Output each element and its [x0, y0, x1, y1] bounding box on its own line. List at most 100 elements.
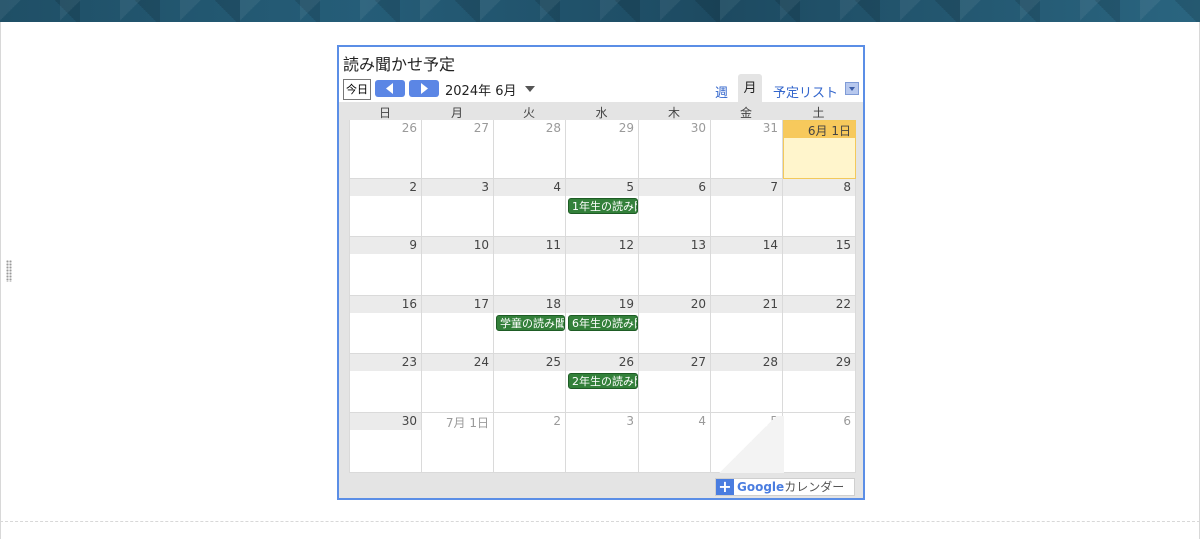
- day-number: 3: [481, 180, 489, 194]
- day-cell[interactable]: 24: [422, 354, 494, 413]
- day-cell[interactable]: 30: [350, 413, 422, 473]
- day-number: 23: [401, 355, 417, 369]
- weekday-label: 火: [522, 106, 535, 120]
- chevron-right-icon: [421, 83, 428, 94]
- day-number: 16: [401, 297, 417, 311]
- day-cell[interactable]: 3: [566, 413, 639, 473]
- day-cell[interactable]: 4: [639, 413, 711, 473]
- day-cell[interactable]: 2: [350, 179, 422, 237]
- day-cell[interactable]: 13: [639, 237, 711, 296]
- day-cell[interactable]: 23: [350, 354, 422, 413]
- day-cell[interactable]: 2: [494, 413, 566, 473]
- day-cell[interactable]: 11: [494, 237, 566, 296]
- calendar-event[interactable]: 学童の読み聞かせ: [496, 315, 565, 331]
- day-cell[interactable]: 4: [494, 179, 566, 237]
- day-header: 29: [783, 354, 855, 371]
- day-number: 5: [626, 180, 634, 194]
- day-cell[interactable]: 20: [639, 296, 711, 354]
- day-cell[interactable]: 22: [783, 296, 856, 354]
- day-cell[interactable]: 10: [422, 237, 494, 296]
- google-calendar-add-button[interactable]: + Googleカレンダー: [715, 478, 855, 496]
- day-cell[interactable]: 9: [350, 237, 422, 296]
- day-number: 26: [618, 355, 634, 369]
- day-header: 11: [494, 237, 565, 254]
- day-number: 11: [545, 238, 561, 252]
- day-number: 29: [618, 121, 634, 135]
- day-number: 26: [401, 121, 417, 135]
- day-number: 21: [762, 297, 778, 311]
- day-header: 20: [639, 296, 710, 313]
- day-cell[interactable]: 30: [639, 120, 711, 179]
- day-header: 6月 1日: [784, 121, 855, 138]
- day-cell[interactable]: 28: [494, 120, 566, 179]
- day-header: 7: [711, 179, 782, 196]
- weekday-label: 月: [450, 106, 463, 120]
- tab-month[interactable]: 月: [738, 74, 762, 102]
- day-header: 17: [422, 296, 493, 313]
- day-header: 5: [566, 179, 638, 196]
- day-number: 29: [835, 355, 851, 369]
- day-cell[interactable]: 16: [350, 296, 422, 354]
- day-number: 25: [545, 355, 561, 369]
- day-number: 4: [698, 414, 706, 428]
- day-header: 4: [494, 179, 565, 196]
- day-number: 7: [770, 180, 778, 194]
- day-cell[interactable]: 6: [783, 413, 856, 473]
- day-header: 27: [639, 354, 710, 371]
- day-cell[interactable]: 29: [783, 354, 856, 413]
- drag-handle-icon[interactable]: [6, 260, 12, 282]
- day-cell[interactable]: 29: [566, 120, 639, 179]
- day-number: 30: [401, 414, 417, 428]
- day-header: 9: [350, 237, 421, 254]
- agenda-dropdown-icon[interactable]: [845, 82, 859, 95]
- day-cell[interactable]: 7: [711, 179, 783, 237]
- day-header: 27: [422, 120, 493, 137]
- next-month-button[interactable]: [409, 80, 439, 97]
- day-header: 29: [566, 120, 638, 137]
- day-cell[interactable]: 26: [350, 120, 422, 179]
- day-header: 16: [350, 296, 421, 313]
- day-header: 6: [783, 413, 855, 430]
- day-cell[interactable]: 27: [639, 354, 711, 413]
- day-cell[interactable]: 14: [711, 237, 783, 296]
- calendar-event[interactable]: 2年生の読み聞かせ: [568, 373, 638, 389]
- day-header: 30: [639, 120, 710, 137]
- day-number: 17: [473, 297, 489, 311]
- day-number: 6: [698, 180, 706, 194]
- day-cell[interactable]: 21: [711, 296, 783, 354]
- month-grid-frame: 日月火水木金土 654327月 1日3029282726252423222120…: [339, 102, 863, 498]
- day-cell[interactable]: 15: [783, 237, 856, 296]
- day-header: 12: [566, 237, 638, 254]
- day-cell[interactable]: 3: [422, 179, 494, 237]
- tab-week[interactable]: 週: [715, 82, 728, 101]
- day-cell[interactable]: 17: [422, 296, 494, 354]
- month-grid: 654327月 1日302928272625242322212019181716…: [349, 120, 856, 473]
- day-cell[interactable]: 7月 1日: [422, 413, 494, 473]
- day-cell[interactable]: 12: [566, 237, 639, 296]
- day-cell[interactable]: 8: [783, 179, 856, 237]
- calendar-event[interactable]: 1年生の読み聞かせ: [568, 198, 638, 214]
- day-cell[interactable]: 27: [422, 120, 494, 179]
- month-dropdown-icon[interactable]: [525, 86, 535, 92]
- calendar-event[interactable]: 6年生の読み聞かせ: [568, 315, 638, 331]
- section-divider: [0, 521, 1200, 522]
- chevron-left-icon: [386, 83, 393, 94]
- prev-month-button[interactable]: [375, 80, 405, 97]
- day-number: 22: [835, 297, 851, 311]
- google-logo-text: Google: [737, 480, 785, 494]
- today-button[interactable]: 今日: [343, 79, 371, 100]
- day-cell[interactable]: 31: [711, 120, 783, 179]
- day-number: 27: [473, 121, 489, 135]
- day-cell[interactable]: 28: [711, 354, 783, 413]
- weekday-label: 土: [812, 106, 825, 120]
- day-header: 7月 1日: [422, 413, 493, 430]
- calendar-widget: 読み聞かせ予定 今日 2024年 6月 週 月 予定リスト 日月火水木金土 65…: [337, 45, 865, 500]
- calendar-suffix-text: カレンダー: [784, 480, 845, 494]
- day-cell[interactable]: 6月 1日: [783, 120, 856, 179]
- tab-agenda[interactable]: 予定リスト: [773, 82, 838, 101]
- day-header: 28: [494, 120, 565, 137]
- day-number: 13: [690, 238, 706, 252]
- day-cell[interactable]: 6: [639, 179, 711, 237]
- day-cell[interactable]: 25: [494, 354, 566, 413]
- day-header: 2: [494, 413, 565, 430]
